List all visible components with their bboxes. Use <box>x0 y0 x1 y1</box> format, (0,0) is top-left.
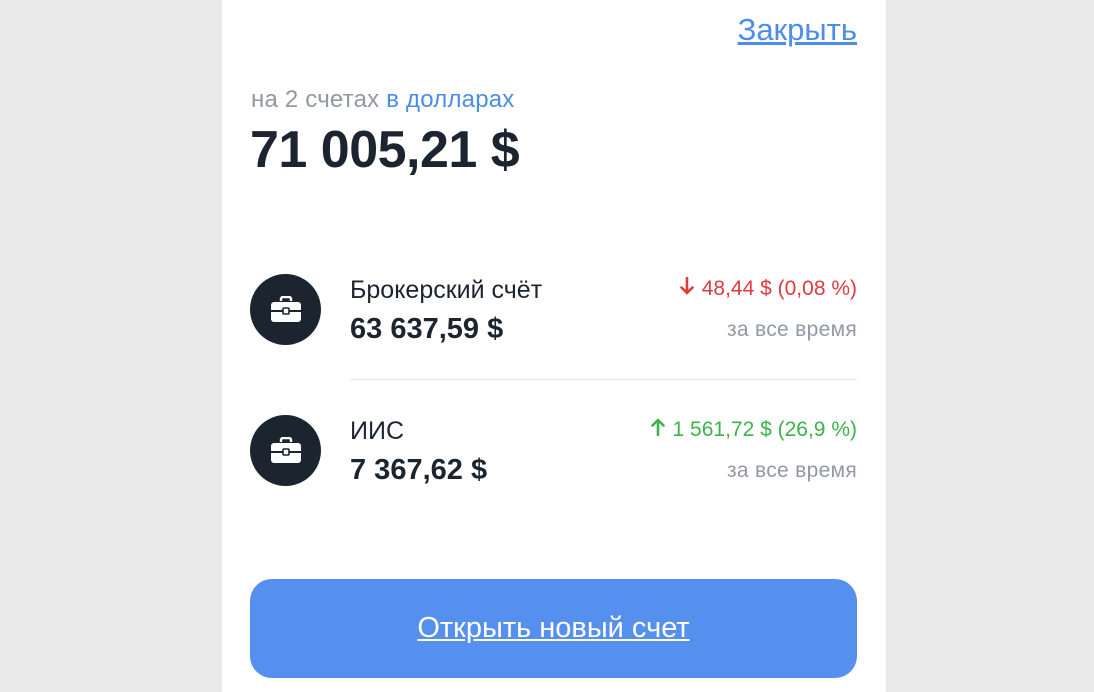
open-new-account-button[interactable]: Открыть новый счет <box>250 579 857 678</box>
account-change-period: за все время <box>727 318 857 341</box>
account-change-value: 48,44 $ (0,08 %) <box>701 277 857 300</box>
total-balance: 71 005,21 $ <box>250 121 520 179</box>
account-change-value: 1 561,72 $ (26,9 %) <box>672 418 857 441</box>
accounts-summary-subtitle: на 2 счетах в долларах <box>251 86 515 114</box>
account-change: 1 561,72 $ (26,9 %) <box>650 418 857 442</box>
arrow-down-icon <box>679 276 694 301</box>
account-name: Брокерский счёт <box>350 276 543 304</box>
accounts-count-label: на 2 счетах <box>251 86 380 113</box>
backdrop-left <box>0 0 222 692</box>
arrow-up-icon <box>650 418 665 442</box>
account-name: ИИС <box>350 417 404 445</box>
briefcase-icon <box>250 415 321 486</box>
account-balance: 7 367,62 $ <box>350 454 488 486</box>
currency-switch-link[interactable]: в долларах <box>386 86 514 113</box>
backdrop-right <box>886 0 1094 692</box>
account-change: 48,44 $ (0,08 %) <box>679 276 857 301</box>
accounts-sheet: Закрыть на 2 счетах в долларах 71 005,21… <box>222 0 886 692</box>
close-button[interactable]: Закрыть <box>738 12 857 48</box>
divider <box>350 379 857 380</box>
briefcase-icon <box>250 274 321 345</box>
account-balance: 63 637,59 $ <box>350 313 504 345</box>
account-change-period: за все время <box>727 459 857 482</box>
account-row-brokerage[interactable]: Брокерский счёт 63 637,59 $ 48,44 $ (0,0… <box>250 266 857 366</box>
account-row-iis[interactable]: ИИС 7 367,62 $ 1 561,72 $ (26,9 %) за вс… <box>250 407 857 507</box>
screen: Закрыть на 2 счетах в долларах 71 005,21… <box>0 0 1094 692</box>
